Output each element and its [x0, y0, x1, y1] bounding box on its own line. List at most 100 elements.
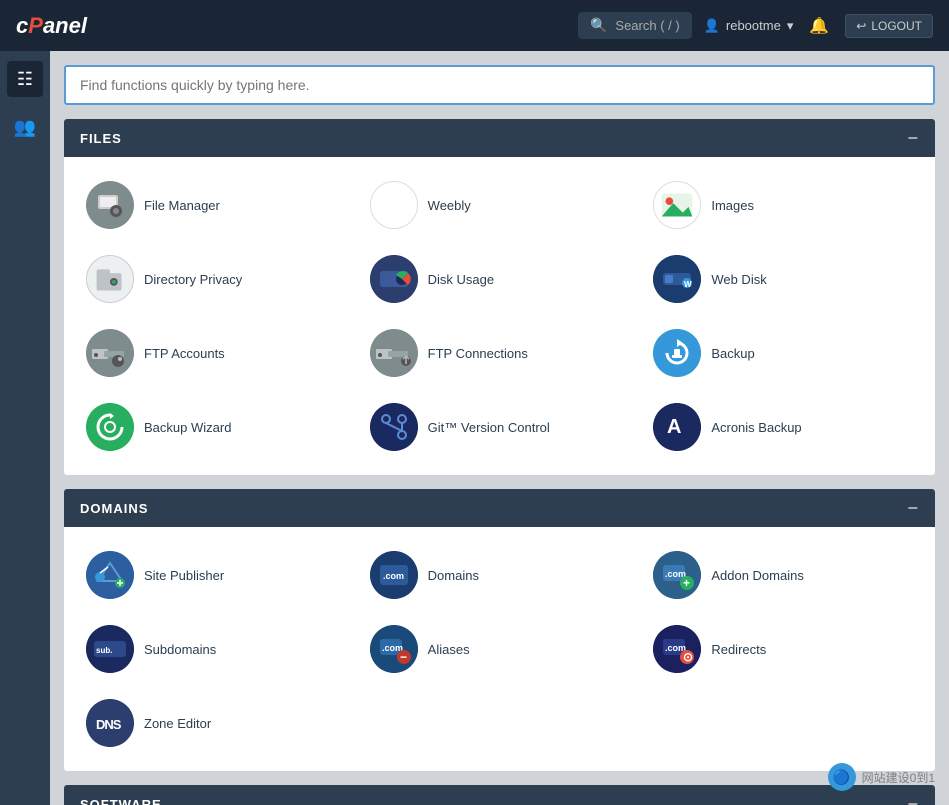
subdomains-item[interactable]: sub. Subdomains: [74, 617, 358, 681]
ftp-con-svg: [370, 329, 418, 377]
zone-editor-icon: DNS: [86, 699, 134, 747]
acronis-icon: A: [653, 403, 701, 451]
weebly-item[interactable]: W Weebly: [358, 173, 642, 237]
domains-label: Domains: [428, 568, 479, 583]
software-section-header: SOFTWARE −: [64, 785, 935, 805]
ftp-accounts-icon: [86, 329, 134, 377]
files-section-header: FILES −: [64, 119, 935, 157]
subdomains-icon: sub.: [86, 625, 134, 673]
site-publisher-label: Site Publisher: [144, 568, 224, 583]
site-publisher-item[interactable]: Site Publisher: [74, 543, 358, 607]
svg-text:−: −: [400, 650, 407, 664]
domains-section-body: Site Publisher .com Domains: [64, 527, 935, 771]
sidebar-item-grid[interactable]: ☷: [7, 61, 43, 97]
ftp-connections-icon: [370, 329, 418, 377]
domains-section-header: DOMAINS −: [64, 489, 935, 527]
cpanel-logo: cPanel: [16, 13, 87, 39]
web-disk-svg: W: [653, 255, 701, 303]
zone-editor-item[interactable]: DNS Zone Editor: [74, 691, 358, 755]
redirects-icon: .com ⊙: [653, 625, 701, 673]
software-section-title: SOFTWARE: [80, 797, 162, 805]
acronis-svg: A: [653, 403, 701, 451]
backup-wizard-icon: [86, 403, 134, 451]
content-area: FILES − File Manager: [50, 51, 949, 805]
aliases-icon: .com −: [370, 625, 418, 673]
file-manager-item[interactable]: File Manager: [74, 173, 358, 237]
ftp-connections-item[interactable]: FTP Connections: [358, 321, 642, 385]
top-search[interactable]: 🔍 Search ( / ): [578, 12, 692, 39]
user-menu[interactable]: 👤 rebootme ▾: [704, 18, 794, 34]
acronis-backup-item[interactable]: A Acronis Backup: [641, 395, 925, 459]
addon-svg: .com +: [653, 551, 701, 599]
username: rebootme: [726, 18, 781, 33]
backup-svg: [653, 329, 701, 377]
addon-domains-item[interactable]: .com + Addon Domains: [641, 543, 925, 607]
git-version-control-item[interactable]: Git™ Version Control: [358, 395, 642, 459]
search-label: Search ( / ): [615, 18, 679, 33]
logout-label: LOGOUT: [871, 19, 922, 33]
domains-item[interactable]: .com Domains: [358, 543, 642, 607]
web-disk-label: Web Disk: [711, 272, 766, 287]
images-svg: [654, 181, 700, 229]
svg-text:+: +: [683, 576, 690, 590]
disk-usage-item[interactable]: Disk Usage: [358, 247, 642, 311]
notifications-bell[interactable]: 🔔: [809, 16, 829, 36]
dir-privacy-svg: [87, 255, 133, 303]
images-label: Images: [711, 198, 754, 213]
ftp-accounts-item[interactable]: FTP Accounts: [74, 321, 358, 385]
site-pub-svg: [86, 551, 134, 599]
domains-collapse-button[interactable]: −: [907, 499, 919, 517]
backup-label: Backup: [711, 346, 754, 361]
acronis-label: Acronis Backup: [711, 420, 801, 435]
backup-wizard-item[interactable]: Backup Wizard: [74, 395, 358, 459]
git-label: Git™ Version Control: [428, 420, 550, 435]
aliases-item[interactable]: .com − Aliases: [358, 617, 642, 681]
grid-icon: ☷: [17, 69, 33, 90]
files-section-title: FILES: [80, 131, 122, 146]
software-collapse-button[interactable]: −: [907, 795, 919, 805]
web-disk-icon: W: [653, 255, 701, 303]
users-icon: 👥: [14, 117, 36, 138]
zone-editor-svg: DNS: [86, 699, 134, 747]
main-layout: ☷ 👥 FILES −: [0, 51, 949, 805]
file-manager-icon: [86, 181, 134, 229]
zone-editor-label: Zone Editor: [144, 716, 211, 731]
backup-item[interactable]: Backup: [641, 321, 925, 385]
ftp-acc-svg: [86, 329, 134, 377]
logout-icon: ↩: [856, 19, 866, 33]
software-section: SOFTWARE − Cloudflare: [64, 785, 935, 805]
git-svg: [370, 403, 418, 451]
subdomains-label: Subdomains: [144, 642, 216, 657]
svg-text:.com: .com: [383, 571, 404, 581]
weebly-icon: W: [370, 181, 418, 229]
logout-button[interactable]: ↩ LOGOUT: [845, 14, 933, 38]
svg-text:DNS: DNS: [96, 717, 122, 732]
files-section-body: File Manager W Weebly Im: [64, 157, 935, 475]
file-manager-label: File Manager: [144, 198, 220, 213]
file-manager-svg: [94, 189, 126, 221]
sidebar-item-users[interactable]: 👥: [7, 109, 43, 145]
backup-wiz-svg: [86, 403, 134, 451]
images-item[interactable]: Images: [641, 173, 925, 237]
backup-icon: [653, 329, 701, 377]
files-collapse-button[interactable]: −: [907, 129, 919, 147]
directory-privacy-item[interactable]: Directory Privacy: [74, 247, 358, 311]
svg-text:sub.: sub.: [96, 646, 112, 655]
disk-usage-icon: [370, 255, 418, 303]
sidebar: ☷ 👥: [0, 51, 50, 805]
disk-usage-svg: [370, 255, 418, 303]
domains-section-title: DOMAINS: [80, 501, 148, 516]
domains-svg: .com: [370, 551, 418, 599]
addon-domains-label: Addon Domains: [711, 568, 804, 583]
web-disk-item[interactable]: W Web Disk: [641, 247, 925, 311]
domains-section: DOMAINS −: [64, 489, 935, 771]
images-icon: [653, 181, 701, 229]
content-search-input[interactable]: [64, 65, 935, 105]
addon-domains-icon: .com +: [653, 551, 701, 599]
svg-text:W: W: [684, 280, 692, 289]
svg-text:A: A: [667, 416, 681, 438]
redirects-item[interactable]: .com ⊙ Redirects: [641, 617, 925, 681]
ftp-connections-label: FTP Connections: [428, 346, 528, 361]
ftp-accounts-label: FTP Accounts: [144, 346, 225, 361]
redirects-svg: .com ⊙: [653, 625, 701, 673]
